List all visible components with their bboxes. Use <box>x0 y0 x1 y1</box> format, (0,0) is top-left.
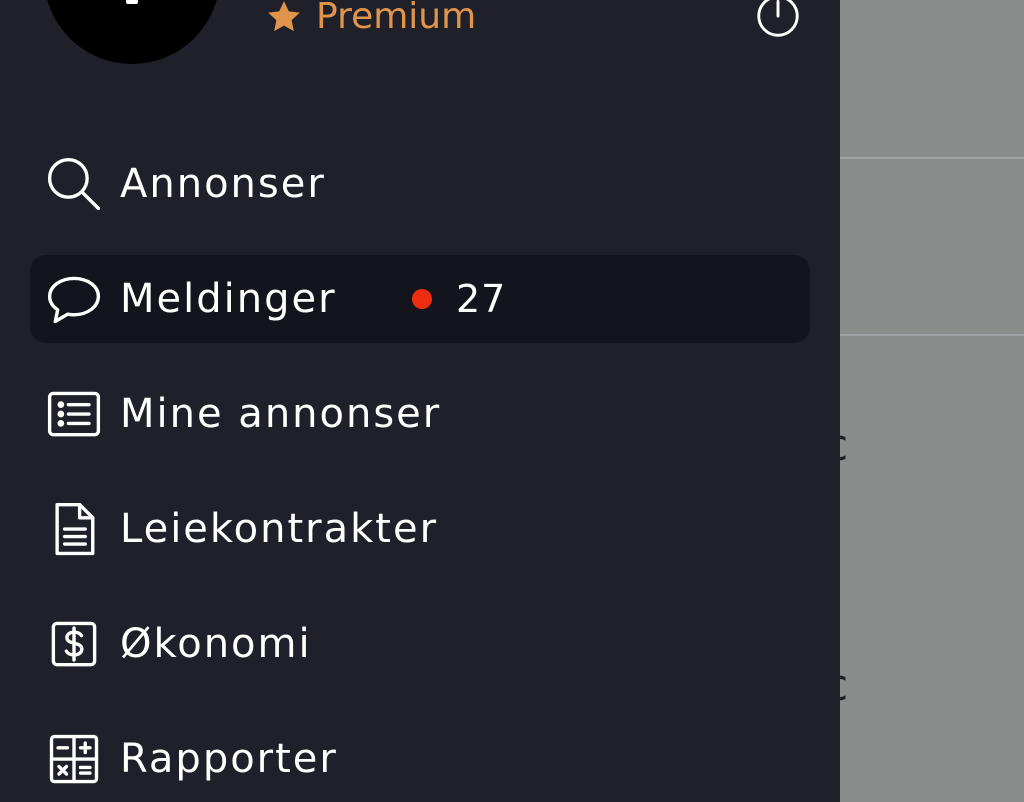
search-icon <box>44 154 104 214</box>
menu-item-annonser[interactable]: Annonser <box>30 140 810 228</box>
plan-badge: Premium <box>264 0 476 42</box>
menu-item-label: Meldinger <box>120 276 337 322</box>
menu-item-label: Mine annonser <box>120 391 442 437</box>
menu-item-mine-annonser[interactable]: Mine annonser <box>30 370 810 458</box>
main-menu: Annonser Meldinger 27 Mine annonser Leie… <box>30 140 810 802</box>
chat-bubble-icon <box>44 269 104 329</box>
logout-button[interactable] <box>756 0 800 38</box>
menu-item-label: Rapporter <box>120 736 338 782</box>
menu-item-label: Leiekontrakter <box>120 506 439 552</box>
avatar-mark <box>126 0 138 4</box>
power-icon <box>757 0 799 37</box>
plan-label: Premium <box>316 0 477 37</box>
unread-count: 27 <box>456 277 507 321</box>
menu-item-leiekontrakter[interactable]: Leiekontrakter <box>30 485 810 573</box>
menu-item-meldinger[interactable]: Meldinger 27 <box>30 255 810 343</box>
background-divider <box>838 157 1024 159</box>
menu-item-label: Økonomi <box>120 621 312 667</box>
background-content: c c <box>824 0 1024 802</box>
menu-item-rapporter[interactable]: Rapporter <box>30 715 810 802</box>
star-icon <box>268 1 300 32</box>
navigation-drawer: Premium Annonser Meldinger 27 Mine annon… <box>0 0 840 802</box>
dollar-icon <box>44 614 104 674</box>
menu-item-label: Annonser <box>120 161 326 207</box>
background-divider <box>838 334 1024 336</box>
menu-item-okonomi[interactable]: Økonomi <box>30 600 810 688</box>
unread-badge: 27 <box>412 280 506 318</box>
list-icon <box>44 384 104 444</box>
calculator-icon <box>44 729 104 789</box>
document-icon <box>44 499 104 559</box>
unread-dot <box>412 289 432 309</box>
avatar[interactable] <box>44 0 220 64</box>
